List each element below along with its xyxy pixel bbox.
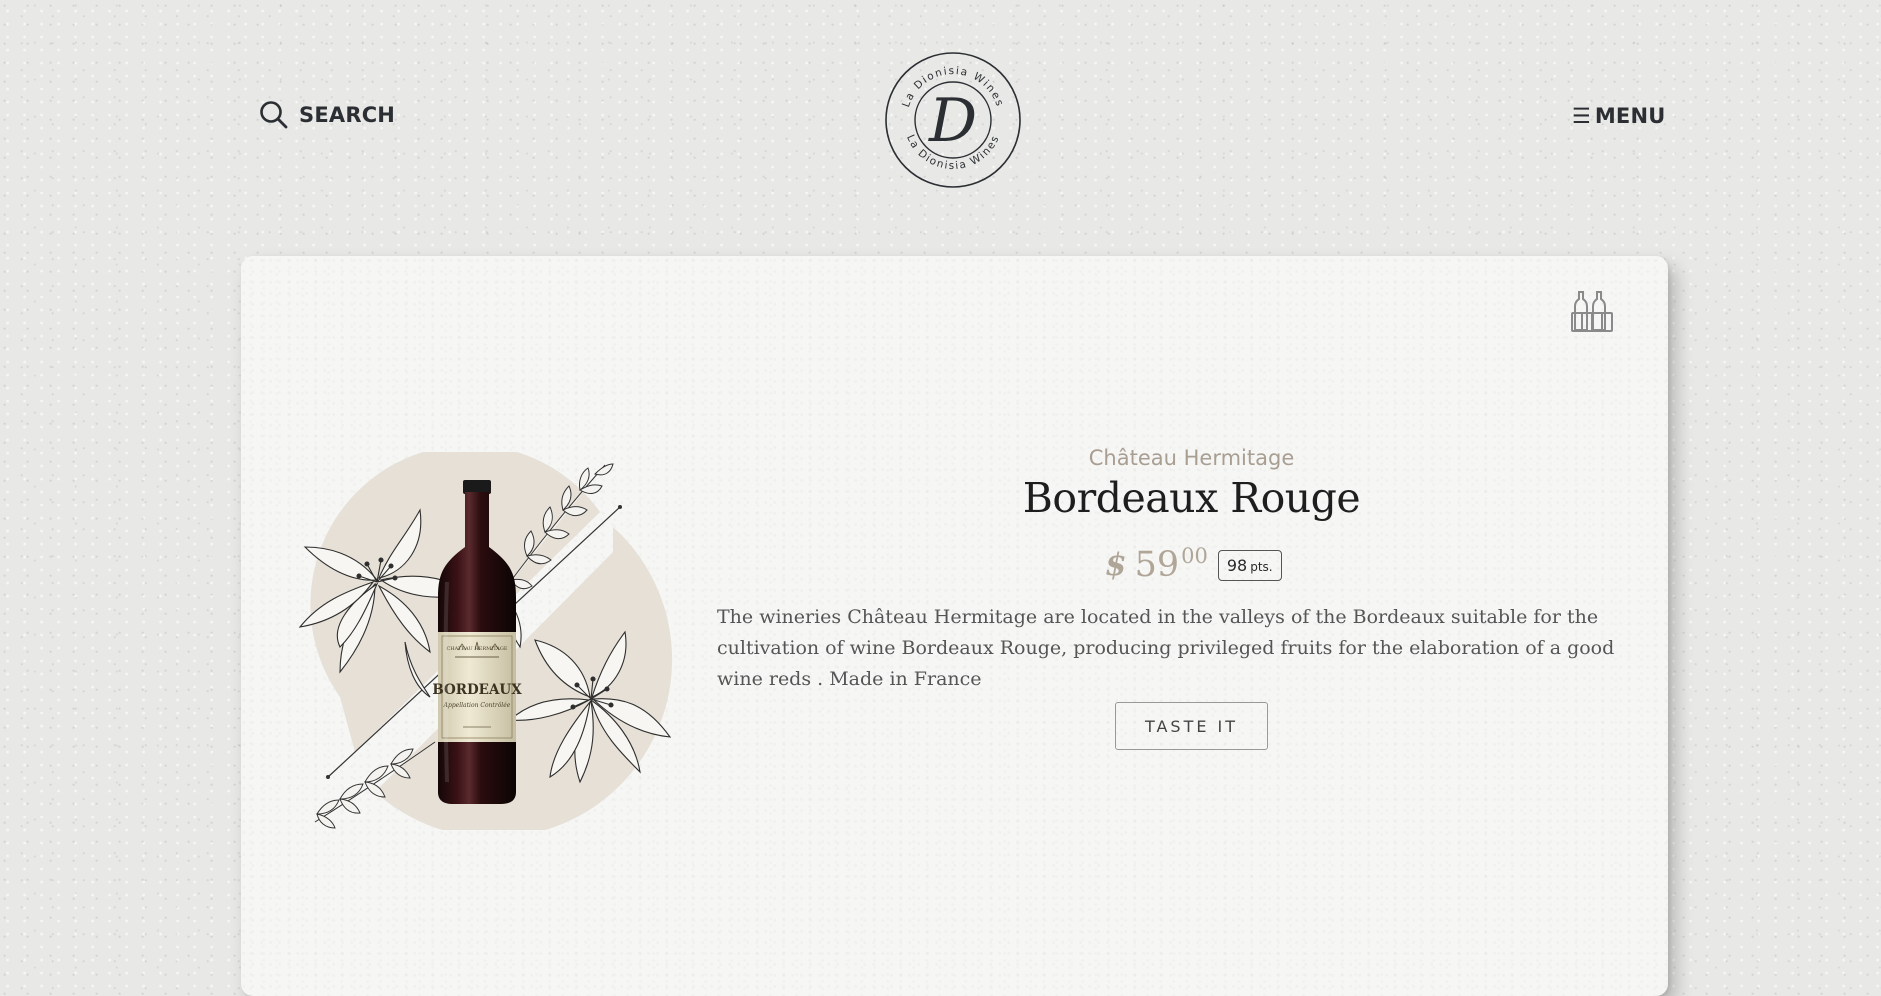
menu-label: MENU bbox=[1594, 104, 1666, 128]
menu-button[interactable]: ☰ MENU bbox=[1572, 104, 1666, 128]
product-title: Bordeaux Rouge bbox=[1022, 474, 1361, 522]
bottle-label-sub: Appellation Contrôlée bbox=[443, 702, 511, 709]
price-currency: $ bbox=[1105, 547, 1127, 583]
winery-name: Château Hermitage bbox=[1088, 446, 1295, 470]
points-unit: pts. bbox=[1250, 560, 1273, 574]
product-description: The wineries Château Hermitage are locat… bbox=[717, 606, 1615, 690]
search-icon bbox=[259, 100, 289, 130]
hamburger-menu-icon: ☰ bbox=[1572, 103, 1591, 128]
search-button[interactable]: SEARCH bbox=[259, 100, 395, 130]
bottle-label-top: CHATEAU HERMITAGE bbox=[446, 646, 507, 652]
price-row: $ 59 00 98 pts. bbox=[1105, 544, 1282, 586]
product-image: CHATEAU HERMITAGE BORDEAUX Appellation C… bbox=[295, 444, 675, 838]
points-value: 98 bbox=[1226, 556, 1248, 575]
logo-monogram: D bbox=[928, 86, 977, 156]
price-integer: 59 bbox=[1134, 545, 1180, 585]
points-badge: 98 pts. bbox=[1217, 550, 1282, 581]
search-label: SEARCH bbox=[299, 103, 396, 127]
price-cents: 00 bbox=[1181, 544, 1208, 568]
brand-logo[interactable]: La Dionisia Wines La Dionisia Wines D bbox=[884, 51, 1022, 189]
price: $ 59 00 bbox=[1105, 544, 1208, 586]
wine-bottles-icon[interactable] bbox=[1570, 289, 1614, 333]
taste-it-button[interactable]: TASTE IT bbox=[1115, 702, 1268, 750]
